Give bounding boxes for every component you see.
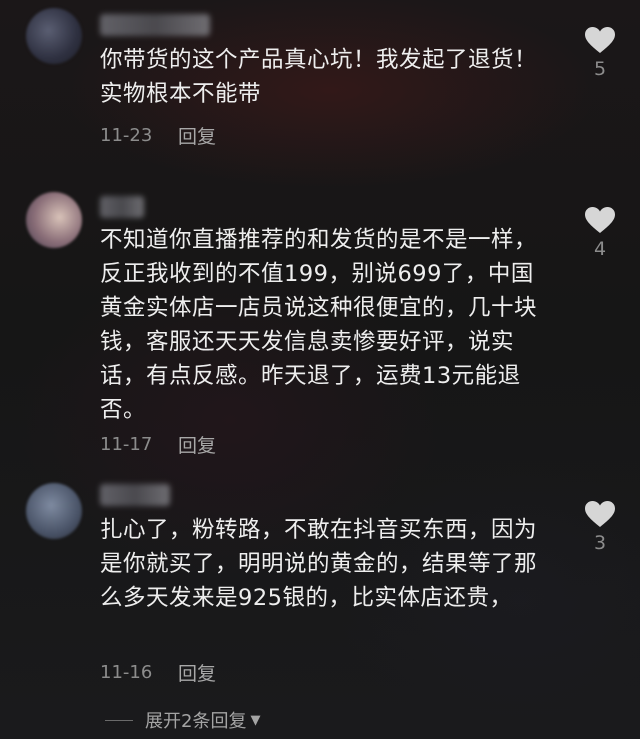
comment-date: 11-16 xyxy=(100,662,153,683)
comment-meta: 11-23 回复 xyxy=(100,122,216,149)
like-count: 5 xyxy=(593,58,607,80)
like-control[interactable]: 4 xyxy=(578,206,622,260)
avatar[interactable] xyxy=(26,8,82,64)
avatar[interactable] xyxy=(26,192,82,248)
like-count: 3 xyxy=(593,532,607,554)
comment-date: 11-23 xyxy=(100,125,153,146)
like-count: 4 xyxy=(593,238,607,260)
comment-meta: 11-17 回复 xyxy=(100,431,216,458)
comment-text: 不知道你直播推荐的和发货的是不是一样，反正我收到的不值199，别说699了，中国… xyxy=(100,227,538,423)
divider-line xyxy=(105,719,133,721)
expand-replies-label: 展开2条回复 xyxy=(145,711,247,732)
comment-meta: 11-16 回复 xyxy=(100,659,216,686)
heart-icon[interactable] xyxy=(584,500,616,528)
like-control[interactable]: 3 xyxy=(578,500,622,554)
comment-text: 你带货的这个产品真心坑！我发起了退货！实物根本不能带 xyxy=(100,47,538,107)
comment-date: 11-17 xyxy=(100,434,153,455)
username-blurred[interactable] xyxy=(100,484,170,506)
comment-text: 扎心了，粉转路，不敢在抖音买东西，因为是你就买了，明明说的黄金的，结果等了那么多… xyxy=(100,517,538,611)
username-blurred[interactable] xyxy=(100,196,144,218)
triangle-down-icon: ▼ xyxy=(250,712,261,728)
heart-icon[interactable] xyxy=(584,206,616,234)
expand-replies-button[interactable]: 展开2条回复 ▼ xyxy=(105,707,260,733)
reply-button[interactable]: 回复 xyxy=(178,431,216,458)
avatar[interactable] xyxy=(26,483,82,539)
like-control[interactable]: 5 xyxy=(578,26,622,80)
reply-button[interactable]: 回复 xyxy=(178,659,216,686)
heart-icon[interactable] xyxy=(584,26,616,54)
username-blurred[interactable] xyxy=(100,14,210,36)
reply-button[interactable]: 回复 xyxy=(178,122,216,149)
